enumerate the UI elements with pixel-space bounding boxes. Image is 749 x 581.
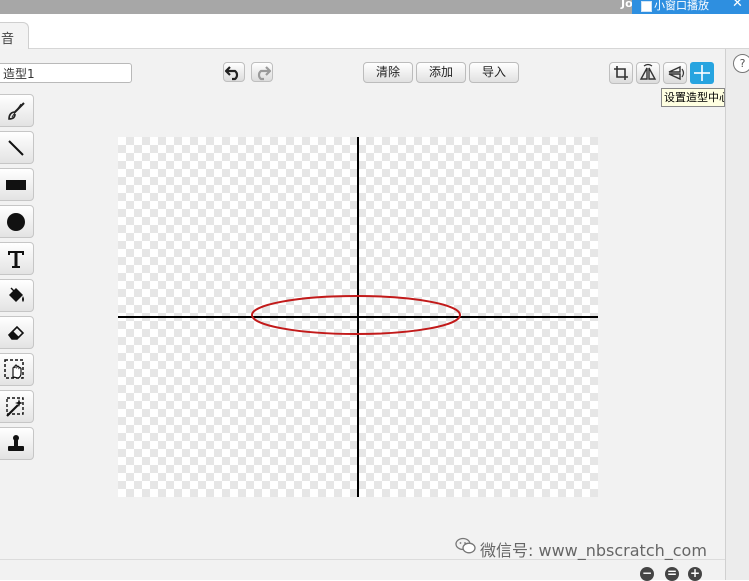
drawing-canvas[interactable] — [118, 137, 598, 497]
zoom-in-button[interactable]: + — [688, 567, 702, 581]
zoom-out-button[interactable]: − — [640, 567, 654, 581]
red-ellipse-shape — [251, 295, 461, 335]
stamp-icon — [8, 435, 24, 451]
fill-tool[interactable] — [0, 279, 34, 312]
popup-player-bar[interactable]: 小窗口播放 ✕ — [632, 0, 749, 14]
select-tool[interactable] — [0, 353, 34, 386]
tab-strip: 音 — [0, 14, 749, 49]
select-hand-icon — [4, 359, 24, 379]
popup-label[interactable]: 小窗口播放 — [654, 0, 709, 13]
add-button[interactable]: 添加 — [416, 62, 466, 83]
tab-sounds[interactable]: 音 — [0, 22, 29, 49]
popup-checkbox[interactable] — [641, 1, 652, 12]
crop-icon — [614, 66, 628, 80]
wechat-icon — [455, 537, 476, 554]
right-panel — [726, 49, 749, 580]
eraser-icon — [7, 325, 25, 340]
rectangle-icon — [6, 180, 26, 190]
zoom-reset-button[interactable]: = — [665, 567, 679, 581]
window-title-fragment: Jo — [621, 0, 633, 10]
brush-tool[interactable] — [0, 94, 34, 127]
crop-button[interactable] — [609, 62, 633, 84]
tab-sounds-label: 音 — [1, 32, 15, 47]
brush-icon — [8, 102, 25, 120]
costume-name-input[interactable] — [0, 63, 132, 83]
redo-icon — [257, 66, 272, 81]
magic-select-tool[interactable] — [0, 390, 34, 423]
close-icon[interactable]: ✕ — [732, 0, 743, 11]
clear-button[interactable]: 清除 — [363, 62, 413, 83]
undo-button[interactable] — [223, 62, 245, 82]
line-tool[interactable] — [0, 131, 34, 164]
set-costume-center-button[interactable] — [690, 62, 714, 84]
magic-wand-icon — [6, 397, 24, 417]
redo-button[interactable] — [251, 62, 273, 82]
rectangle-tool[interactable] — [0, 168, 34, 201]
help-icon[interactable]: ? — [733, 54, 749, 73]
flip-horizontal-button[interactable] — [636, 62, 660, 84]
text-icon — [8, 251, 24, 268]
ellipse-tool[interactable] — [0, 205, 34, 238]
eraser-tool[interactable] — [0, 316, 34, 349]
zoom-controls: − = + — [634, 565, 714, 581]
crosshair-icon — [694, 65, 710, 81]
stamp-tool[interactable] — [0, 427, 34, 460]
watermark-text: 微信号: www_nbscratch_com — [480, 541, 707, 560]
flip-vertical-button[interactable] — [663, 62, 687, 84]
paint-bucket-icon — [9, 287, 24, 302]
import-button[interactable]: 导入 — [469, 62, 519, 83]
drawing-layer — [118, 137, 598, 497]
ellipse-icon — [7, 213, 25, 231]
text-tool[interactable] — [0, 242, 34, 275]
flip-vertical-icon — [668, 65, 685, 81]
flip-horizontal-icon — [639, 63, 657, 80]
line-icon — [8, 140, 24, 156]
undo-icon — [224, 66, 239, 81]
tooltip: 设置造型中心 — [661, 88, 725, 107]
